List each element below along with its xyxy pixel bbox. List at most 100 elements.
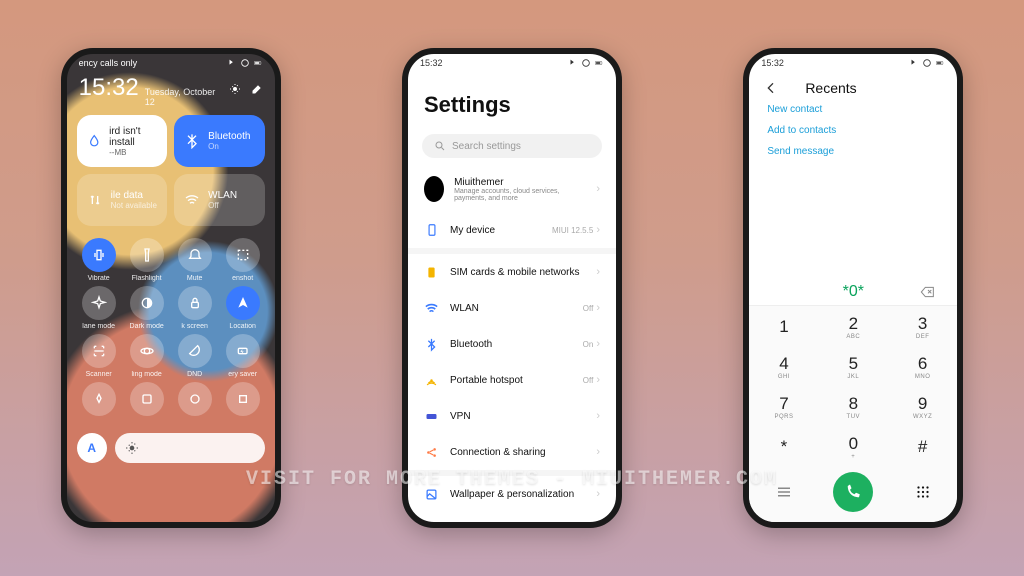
qs-mute[interactable]: Mute [171,238,219,282]
handset-icon [844,483,862,501]
gear-icon[interactable] [229,83,241,95]
dnd-icon [187,343,203,359]
qs-extra3[interactable] [171,382,219,419]
status-icons [227,58,263,68]
date: Tuesday, October 12 [145,87,223,107]
key-9[interactable]: 9WXYZ [888,386,957,426]
qs-dnd[interactable]: DND [171,334,219,378]
status-time: 15:32 [420,58,443,68]
qs-extra2[interactable] [123,382,171,419]
chevron-right-icon: › [596,338,600,350]
clock: 15:32 [79,74,139,102]
settings-row-wifi[interactable]: WLANOff› [408,290,616,326]
menu-icon[interactable] [775,483,793,501]
status-time: 15:32 [761,58,784,68]
qs-vibrate[interactable]: Vibrate [75,238,123,282]
qs-location[interactable]: Location [219,286,267,330]
hotspot-icon [424,372,440,388]
extra3-icon [187,391,203,407]
key-*[interactable]: * [749,426,818,466]
dialer-link-1[interactable]: Add to contacts [767,125,939,136]
data-icon [87,192,103,208]
key-7[interactable]: 7PQRS [749,386,818,426]
settings-row-hotspot[interactable]: Portable hotspotOff› [408,362,616,398]
account-row[interactable]: Miuithemer Manage accounts, cloud servic… [408,166,616,212]
clock-row: 15:32 Tuesday, October 12 [67,70,275,113]
key-6[interactable]: 6MNO [888,346,957,386]
vpn-icon [424,408,440,424]
key-#[interactable]: # [888,426,957,466]
dial-pad: 12ABC3DEF 4GHI5JKL6MNO 7PQRS8TUV9WXYZ *0+# [749,305,957,466]
qs-airplane[interactable]: lane mode [75,286,123,330]
key-8[interactable]: 8TUV [819,386,888,426]
key-4[interactable]: 4GHI [749,346,818,386]
search-input[interactable]: Search settings [422,134,602,158]
backspace-icon[interactable] [917,284,939,300]
dialer-link-0[interactable]: New contact [767,104,939,115]
chevron-right-icon: › [596,446,600,458]
settings-row-bt[interactable]: BluetoothOn› [408,326,616,362]
tile-bluetooth[interactable]: Bluetooth On [174,115,265,167]
lockscreen-icon [187,295,203,311]
my-device-row[interactable]: My device MIUI 12.5.5› [408,212,616,248]
search-icon [434,140,446,152]
key-3[interactable]: 3DEF [888,306,957,346]
qs-screenshot[interactable]: enshot [219,238,267,282]
quick-settings-grid: VibrateFlashlightMuteenshot lane modeDark… [67,234,275,427]
settings-row-sim[interactable]: SIM cards & mobile networks› [408,254,616,290]
chevron-right-icon: › [596,183,600,195]
chevron-right-icon: › [596,266,600,278]
settings-row-share[interactable]: Connection & sharing› [408,434,616,470]
aod-icon [424,525,439,528]
key-2[interactable]: 2ABC [819,306,888,346]
avatar [424,176,444,202]
vibrate-icon [91,247,107,263]
header-actions [229,83,263,95]
dial-display: *0* [749,277,957,305]
qs-lockscreen[interactable]: k screen [171,286,219,330]
status-bar: ency calls only [67,54,275,70]
darkmode-icon [139,295,155,311]
key-5[interactable]: 5JKL [819,346,888,386]
qs-darkmode[interactable]: Dark mode [123,286,171,330]
tile-wlan[interactable]: WLAN Off [174,174,265,226]
dialer-link-2[interactable]: Send message [767,146,939,157]
qs-battery[interactable]: ery saver [219,334,267,378]
call-button[interactable] [833,472,873,512]
qs-reading[interactable]: ling mode [123,334,171,378]
status-bar: 15:32 [749,54,957,70]
bt-icon [424,336,440,352]
wifi-icon [184,192,200,208]
wall-icon [424,486,440,502]
grid-icon[interactable] [914,483,932,501]
auto-brightness-button[interactable]: A [77,433,107,463]
edit-icon[interactable] [251,83,263,95]
key-0[interactable]: 0+ [819,426,888,466]
extra1-icon [91,391,107,407]
extra2-icon [139,391,155,407]
settings-row-vpn[interactable]: VPN› [408,398,616,434]
back-icon[interactable] [763,80,779,96]
tile-water[interactable]: ird isn't install --MB [77,115,168,167]
chevron-right-icon: › [596,374,600,386]
qs-scanner[interactable]: Scanner [75,334,123,378]
mute-icon [187,247,203,263]
phone-quicksettings: ency calls only 15:32 Tuesday, October 1… [61,48,281,528]
page-title: Recents [805,80,856,96]
status-bar: 15:32 [408,54,616,70]
extra4-icon [235,391,251,407]
qs-extra4[interactable] [219,382,267,419]
status-carrier: ency calls only [79,58,138,68]
bluetooth-icon [184,133,200,149]
reading-icon [139,343,155,359]
tile-mobile-data[interactable]: ile data Not available [77,174,168,226]
sim-icon [424,264,440,280]
settings-row-wall[interactable]: Wallpaper & personalization› [408,476,616,512]
phone-dialer: 15:32 Recents New contact Add to contacts… [743,48,963,528]
brightness-slider[interactable] [115,433,265,463]
key-1[interactable]: 1 [749,306,818,346]
scanner-icon [91,343,107,359]
settings-row-aod[interactable]: Always-on display & Lock screen› [408,512,616,528]
qs-flashlight[interactable]: Flashlight [123,238,171,282]
qs-extra1[interactable] [75,382,123,419]
